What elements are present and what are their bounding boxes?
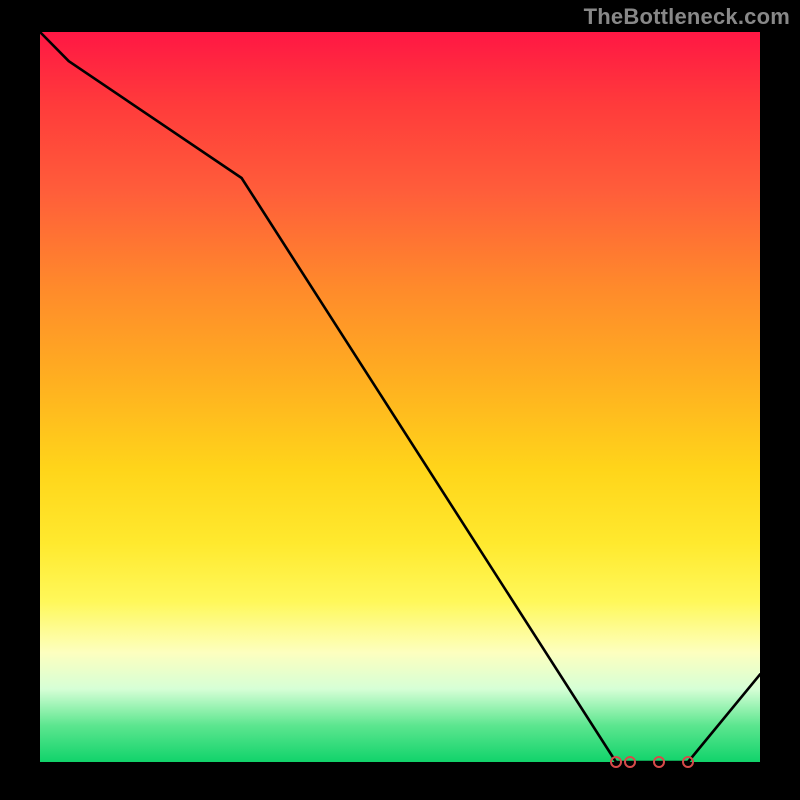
attribution-label: TheBottleneck.com [584, 4, 790, 30]
series-line [40, 32, 760, 762]
chart-line-layer [40, 32, 760, 762]
data-marker [653, 756, 665, 768]
chart-plot-area [40, 32, 760, 762]
data-marker [610, 756, 622, 768]
data-marker [624, 756, 636, 768]
data-marker [682, 756, 694, 768]
chart-frame: TheBottleneck.com [0, 0, 800, 800]
